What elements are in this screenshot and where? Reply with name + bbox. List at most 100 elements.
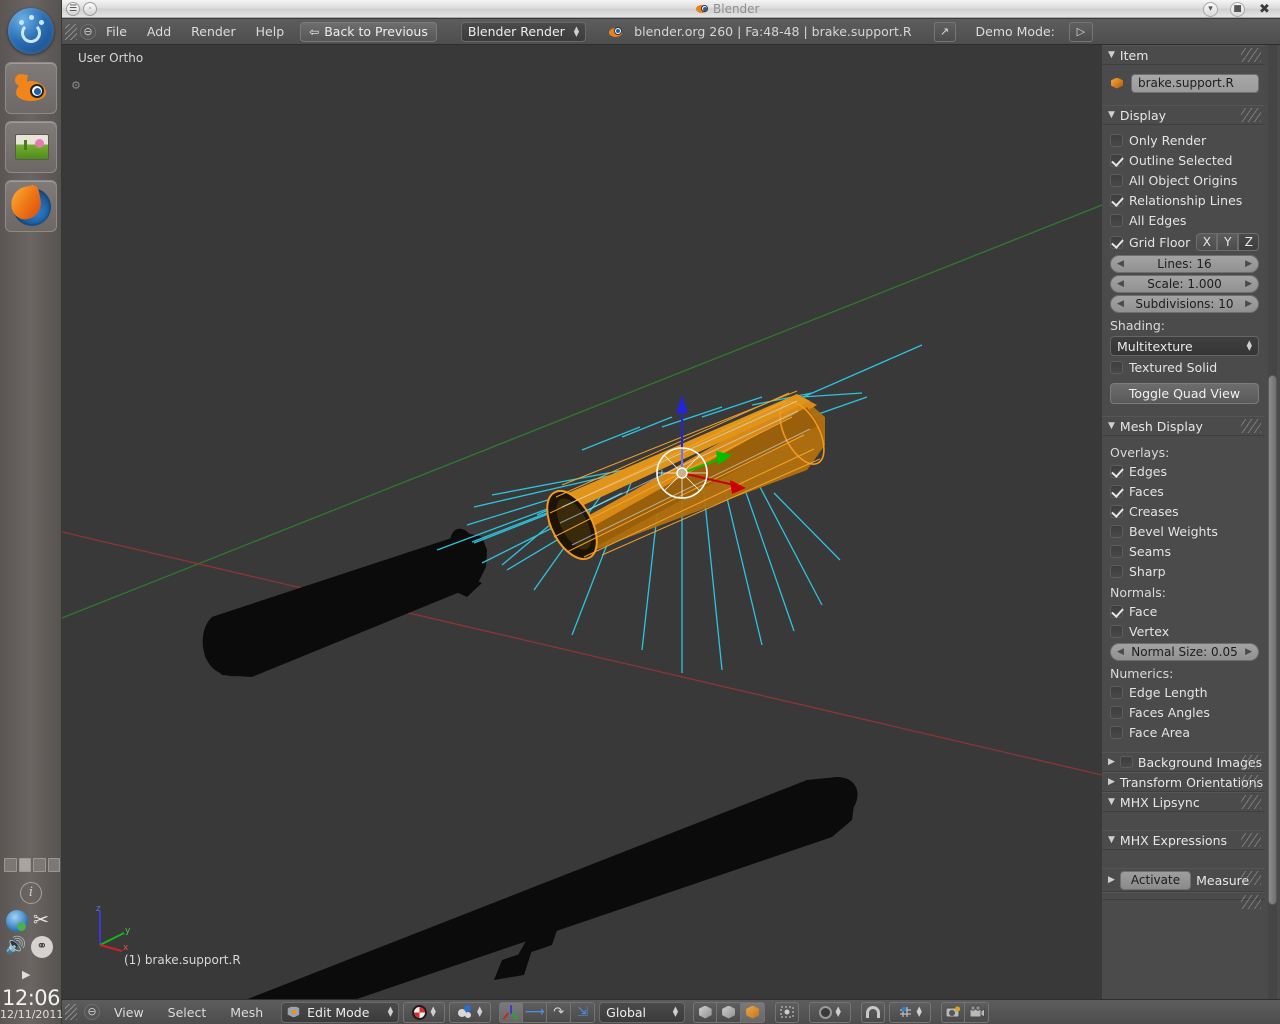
checkbox-row-textured-solid[interactable]: Textured Solid — [1110, 359, 1259, 376]
workspace-switcher[interactable] — [4, 858, 60, 872]
arrow-right-icon[interactable]: ▶ — [1245, 647, 1252, 657]
files-app-icon[interactable] — [5, 121, 57, 173]
panel-resize-grip-icon[interactable] — [1241, 755, 1261, 769]
toggle-grid-y[interactable]: Y — [1217, 233, 1239, 251]
vertex-select-icon[interactable] — [693, 1001, 718, 1023]
panel-header-item[interactable]: ▼ Item — [1102, 45, 1265, 65]
menu-select[interactable]: Select — [158, 1003, 217, 1022]
checkbox-sharp[interactable] — [1110, 565, 1123, 578]
checkbox-row-faces-angles[interactable]: Faces Angles — [1110, 704, 1259, 721]
menu-render[interactable]: Render — [181, 22, 246, 41]
checkbox-row-sharp[interactable]: Sharp — [1110, 563, 1259, 580]
toggle-quad-view-button[interactable]: Toggle Quad View — [1110, 383, 1259, 404]
header-collapse-icon[interactable]: ⊖ — [84, 1004, 100, 1020]
header-grip-icon[interactable] — [64, 1001, 78, 1023]
minimize-button[interactable]: ▾ — [1203, 2, 1218, 17]
translate-arrow-icon[interactable]: ⟶ — [523, 1001, 548, 1023]
draw-type-dropdown[interactable]: ▲ ▼ — [403, 1001, 446, 1023]
ubuntu-launcher-icon[interactable] — [5, 5, 57, 57]
arrow-left-icon[interactable]: ◀ — [1117, 279, 1124, 289]
render-animation-icon[interactable] — [965, 1001, 990, 1023]
dropdown-shading-mode[interactable]: Multitexture ▲ ▼ — [1110, 336, 1259, 356]
checkbox-row-relationship-lines[interactable]: Relationship Lines — [1110, 192, 1259, 209]
render-engine-dropdown[interactable]: Blender Render ▲ ▼ — [460, 21, 587, 42]
checkbox-only-render[interactable] — [1110, 134, 1123, 147]
blender-app-icon[interactable] — [5, 62, 57, 114]
clock-date[interactable]: 12/11/2011 — [0, 1008, 63, 1021]
panel-resize-grip-icon[interactable] — [1241, 871, 1261, 885]
checkbox-row-outline-selected[interactable]: Outline Selected — [1110, 152, 1259, 169]
slider-grid-scale[interactable]: ◀ Scale: 1.000 ▶ — [1110, 275, 1259, 293]
face-select-icon[interactable] — [741, 1001, 766, 1023]
checkbox-bevel-weights[interactable] — [1110, 525, 1123, 538]
scrollbar-thumb[interactable] — [1268, 375, 1277, 905]
panel-resize-grip-icon[interactable] — [1241, 48, 1261, 62]
header-collapse-icon[interactable]: ⊖ — [80, 23, 96, 40]
panel-header-background-images[interactable]: ▶ Background Images — [1102, 752, 1265, 772]
menu-mesh[interactable]: Mesh — [220, 1003, 273, 1022]
checkbox-edges[interactable] — [1110, 465, 1123, 478]
snap-target-dropdown[interactable]: ▲ ▼ — [889, 1001, 932, 1023]
panel-header-mhx-expressions[interactable]: ▼ MHX Expressions — [1102, 830, 1265, 850]
checkbox-all-edges[interactable] — [1110, 214, 1123, 227]
workspace-1[interactable] — [4, 858, 17, 872]
slider-grid-lines[interactable]: ◀ Lines: 16 ▶ — [1110, 255, 1259, 273]
maximize-button[interactable]: ■ — [1230, 2, 1245, 17]
checkbox-normal-vertex[interactable] — [1110, 625, 1123, 638]
arrow-right-icon[interactable]: ▶ — [1245, 259, 1252, 269]
checkbox-creases[interactable] — [1110, 505, 1123, 518]
checkbox-row-all-edges[interactable]: All Edges — [1110, 212, 1259, 229]
limit-selection-icon[interactable] — [775, 1001, 800, 1023]
usb-icon[interactable]: ⚭ — [31, 936, 53, 958]
rotate-arc-icon[interactable]: ↷ — [547, 1001, 572, 1023]
network-icon[interactable] — [6, 910, 28, 932]
panel-header-measure[interactable]: ▶ Activate Measure — [1102, 868, 1265, 892]
checkbox-row-all-object-origins[interactable]: All Object Origins — [1110, 172, 1259, 189]
menu-file[interactable]: File — [96, 22, 137, 41]
checkbox-row-edges[interactable]: Edges — [1110, 463, 1259, 480]
mode-dropdown[interactable]: Edit Mode ▲ ▼ — [281, 1001, 400, 1023]
window-menu-button[interactable]: ☰ — [66, 2, 80, 16]
workspace-2[interactable] — [18, 858, 31, 872]
transform-orientation-dropdown[interactable]: Global ▲ ▼ — [599, 1001, 686, 1023]
panel-resize-grip-icon[interactable] — [1241, 833, 1261, 847]
panel-header-next-partial[interactable] — [1102, 892, 1265, 909]
checkbox-all-object-origins[interactable] — [1110, 174, 1123, 187]
properties-panel-scrollbar[interactable] — [1268, 45, 1277, 999]
panel-header-mesh-display[interactable]: ▼ Mesh Display — [1102, 416, 1265, 436]
toggle-grid-z[interactable]: Z — [1238, 233, 1260, 251]
panel-header-display[interactable]: ▼ Display — [1102, 105, 1265, 125]
workspace-3[interactable] — [33, 858, 46, 872]
toggle-grid-x[interactable]: X — [1196, 233, 1218, 251]
measure-activate-button[interactable]: Activate — [1119, 870, 1192, 890]
checkbox-textured-solid[interactable] — [1110, 361, 1123, 374]
pivot-axis-icon[interactable] — [499, 1001, 524, 1023]
checkbox-row-bevel-weights[interactable]: Bevel Weights — [1110, 523, 1259, 540]
arrow-left-icon[interactable]: ◀ — [1117, 259, 1124, 269]
checkbox-row-face-area[interactable]: Face Area — [1110, 724, 1259, 741]
checkbox-row-grid-floor[interactable]: Grid Floor X Y Z — [1110, 232, 1260, 252]
window-shade-button[interactable]: · — [83, 2, 97, 16]
panel-resize-grip-icon[interactable] — [1241, 775, 1261, 789]
arrow-left-icon[interactable]: ◀ — [1117, 647, 1124, 657]
checkbox-face-area[interactable] — [1110, 726, 1123, 739]
arrow-left-icon[interactable]: ◀ — [1117, 299, 1124, 309]
checkbox-faces[interactable] — [1110, 485, 1123, 498]
panel-resize-grip-icon[interactable] — [1241, 795, 1261, 809]
menu-help[interactable]: Help — [246, 22, 295, 41]
checkbox-faces-angles[interactable] — [1110, 706, 1123, 719]
info-icon[interactable]: i — [20, 882, 42, 904]
panel-resize-grip-icon[interactable] — [1241, 895, 1261, 909]
scale-icon[interactable]: ⇲ — [571, 1001, 596, 1023]
viewport-toolshelf-toggle-icon[interactable]: ⚙ — [71, 80, 82, 91]
demo-mode-play-icon[interactable]: ▷ — [1068, 21, 1093, 42]
firefox-app-icon[interactable] — [5, 180, 57, 232]
back-to-previous-button[interactable]: ⇦ Back to Previous — [300, 21, 437, 42]
edge-select-icon[interactable] — [717, 1001, 742, 1023]
proportional-edit-dropdown[interactable]: ▲ ▼ — [809, 1001, 852, 1023]
checkbox-relationship-lines[interactable] — [1110, 194, 1123, 207]
checkbox-normal-face[interactable] — [1110, 605, 1123, 618]
checkbox-row-only-render[interactable]: Only Render — [1110, 132, 1259, 149]
menu-add[interactable]: Add — [137, 22, 181, 41]
arrow-right-icon[interactable]: ▶ — [1245, 279, 1252, 289]
